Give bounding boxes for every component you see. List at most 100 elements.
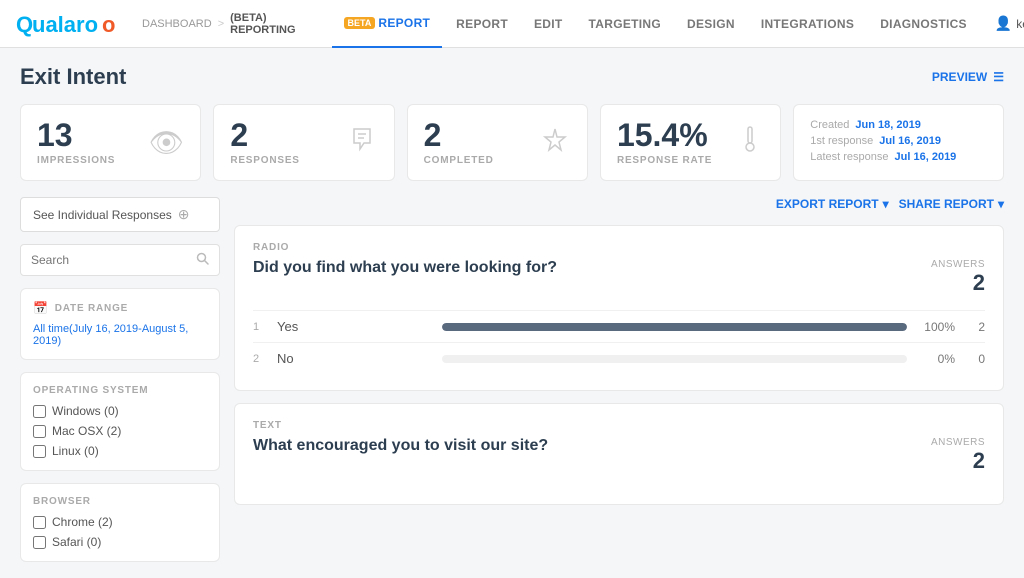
nav-item-design[interactable]: DESIGN xyxy=(675,0,747,48)
nav-item-integrations[interactable]: INTEGRATIONS xyxy=(749,0,866,48)
answers-text-1: Answers xyxy=(931,259,985,270)
nav-item-beta-report[interactable]: BETA REPORT xyxy=(332,0,443,48)
completed-number: 2 xyxy=(424,119,494,151)
question-card-1: RADIO Did you find what you were looking… xyxy=(234,225,1004,391)
answer-bar-container-no xyxy=(442,355,907,363)
breadcrumb-current: (BETA) REPORTING xyxy=(230,12,295,36)
svg-text:ualaro: ualaro xyxy=(32,12,98,37)
impressions-label: IMPRESSIONS xyxy=(37,155,115,166)
browser-chrome-checkbox[interactable] xyxy=(33,516,46,529)
answer-count-yes: 2 xyxy=(965,320,985,334)
os-linux-checkbox[interactable] xyxy=(33,445,46,458)
answer-label-yes: Yes xyxy=(277,319,432,334)
question-header-2: What encouraged you to visit our site? A… xyxy=(253,437,985,474)
search-icon xyxy=(196,252,209,268)
answer-bar-container-yes xyxy=(442,323,907,331)
browser-safari-checkbox[interactable] xyxy=(33,536,46,549)
answers-text-2: Answers xyxy=(931,437,985,448)
question-text-1: Did you find what you were looking for? xyxy=(253,259,557,277)
os-windows-checkbox[interactable] xyxy=(33,405,46,418)
stats-row: 13 IMPRESSIONS 👁 2 RESPONSES 2 COMPLETED xyxy=(20,104,1004,181)
main-nav: BETA REPORT REPORT EDIT TARGETING DESIGN… xyxy=(332,0,979,48)
dashboard-link[interactable]: DASHBOARD xyxy=(142,18,212,30)
user-email: kelsey@qualaroo.com xyxy=(1016,17,1024,31)
plus-icon: ⊕ xyxy=(178,206,190,223)
preview-button[interactable]: PREVIEW ☰ xyxy=(932,70,1004,84)
search-input[interactable] xyxy=(31,253,190,267)
nav-item-report[interactable]: REPORT xyxy=(444,0,520,48)
created-row: Created Jun 18, 2019 xyxy=(810,119,921,131)
question-card-2: TEXT What encouraged you to visit our si… xyxy=(234,403,1004,505)
browser-chrome-label: Chrome (2) xyxy=(52,515,113,529)
answer-num-1: 1 xyxy=(253,321,267,333)
svg-text:o: o xyxy=(102,12,115,37)
completed-icon xyxy=(539,123,571,162)
responses-number: 2 xyxy=(230,119,299,151)
answer-pct-no: 0% xyxy=(917,352,955,366)
nav-item-diagnostics[interactable]: DIAGNOSTICS xyxy=(868,0,979,48)
date-range-link[interactable]: All time(July 16, 2019-August 5, 2019) xyxy=(33,323,207,347)
user-icon: 👤 xyxy=(995,15,1012,32)
stat-impressions: 13 IMPRESSIONS 👁 xyxy=(20,104,201,181)
answers-count-1: 2 xyxy=(931,270,985,296)
response-rate-label: RESPONSE RATE xyxy=(617,155,712,166)
breadcrumb-sep: > xyxy=(218,18,224,30)
answer-count-no: 0 xyxy=(965,352,985,366)
os-linux-label: Linux (0) xyxy=(52,444,99,458)
browser-safari: Safari (0) xyxy=(33,535,207,549)
created-value: Jun 18, 2019 xyxy=(855,119,920,131)
completed-label: COMPLETED xyxy=(424,155,494,166)
answer-bar-yes xyxy=(442,323,907,331)
question-text-2: What encouraged you to visit our site? xyxy=(253,437,548,455)
export-chevron-icon: ▾ xyxy=(883,197,889,211)
eye-icon: 👁 xyxy=(149,126,185,159)
browser-safari-label: Safari (0) xyxy=(52,535,101,549)
svg-text:Q: Q xyxy=(16,12,33,37)
date-range-title: 📅 DATE RANGE xyxy=(33,301,207,315)
share-chevron-icon: ▾ xyxy=(998,197,1004,211)
answers-count-2: 2 xyxy=(931,448,985,474)
stat-info: Created Jun 18, 2019 1st response Jul 16… xyxy=(793,104,1004,181)
thermometer-icon xyxy=(736,123,764,162)
export-report-button[interactable]: EXPORT REPORT ▾ xyxy=(776,197,889,211)
top-actions: EXPORT REPORT ▾ SHARE REPORT ▾ xyxy=(234,197,1004,211)
os-mac-checkbox[interactable] xyxy=(33,425,46,438)
see-individual-responses-button[interactable]: See Individual Responses ⊕ xyxy=(20,197,220,232)
top-nav: Q ualaro o DASHBOARD > (BETA) REPORTING … xyxy=(0,0,1024,48)
question-header-1: Did you find what you were looking for? … xyxy=(253,259,985,296)
os-title: OPERATING SYSTEM xyxy=(33,385,207,396)
calendar-icon: 📅 xyxy=(33,301,49,315)
stat-response-rate: 15.4% RESPONSE RATE xyxy=(600,104,781,181)
answer-pct-yes: 100% xyxy=(917,320,955,334)
share-report-button[interactable]: SHARE REPORT ▾ xyxy=(899,197,1004,211)
latest-response-label: Latest response xyxy=(810,151,888,163)
page-header: Exit Intent PREVIEW ☰ xyxy=(20,64,1004,90)
response-rate-number: 15.4% xyxy=(617,119,712,151)
os-mac: Mac OSX (2) xyxy=(33,424,207,438)
answers-label-1: Answers 2 xyxy=(931,259,985,296)
breadcrumb: DASHBOARD > (BETA) REPORTING xyxy=(142,12,296,36)
nav-item-targeting[interactable]: TARGETING xyxy=(577,0,673,48)
answer-row-no: 2 No 0% 0 xyxy=(253,342,985,374)
main-content: EXPORT REPORT ▾ SHARE REPORT ▾ RADIO Did… xyxy=(234,197,1004,562)
impressions-number: 13 xyxy=(37,119,115,151)
answer-row-yes: 1 Yes 100% 2 xyxy=(253,310,985,342)
stat-completed: 2 COMPLETED xyxy=(407,104,588,181)
search-box xyxy=(20,244,220,276)
first-response-label: 1st response xyxy=(810,135,873,147)
beta-badge: BETA xyxy=(344,17,376,29)
first-response-row: 1st response Jul 16, 2019 xyxy=(810,135,941,147)
os-windows-label: Windows (0) xyxy=(52,404,119,418)
latest-response-value: Jul 16, 2019 xyxy=(895,151,957,163)
date-range-filter: 📅 DATE RANGE All time(July 16, 2019-Augu… xyxy=(20,288,220,360)
sidebar: See Individual Responses ⊕ 📅 DATE RANGE xyxy=(20,197,220,562)
browser-chrome: Chrome (2) xyxy=(33,515,207,529)
answer-label-no: No xyxy=(277,351,432,366)
user-info[interactable]: 👤 kelsey@qualaroo.com ▾ xyxy=(995,15,1024,32)
os-linux: Linux (0) xyxy=(33,444,207,458)
question-type-2: TEXT xyxy=(253,420,985,431)
main-layout: See Individual Responses ⊕ 📅 DATE RANGE xyxy=(20,197,1004,562)
os-mac-label: Mac OSX (2) xyxy=(52,424,121,438)
question-type-1: RADIO xyxy=(253,242,985,253)
nav-item-edit[interactable]: EDIT xyxy=(522,0,575,48)
